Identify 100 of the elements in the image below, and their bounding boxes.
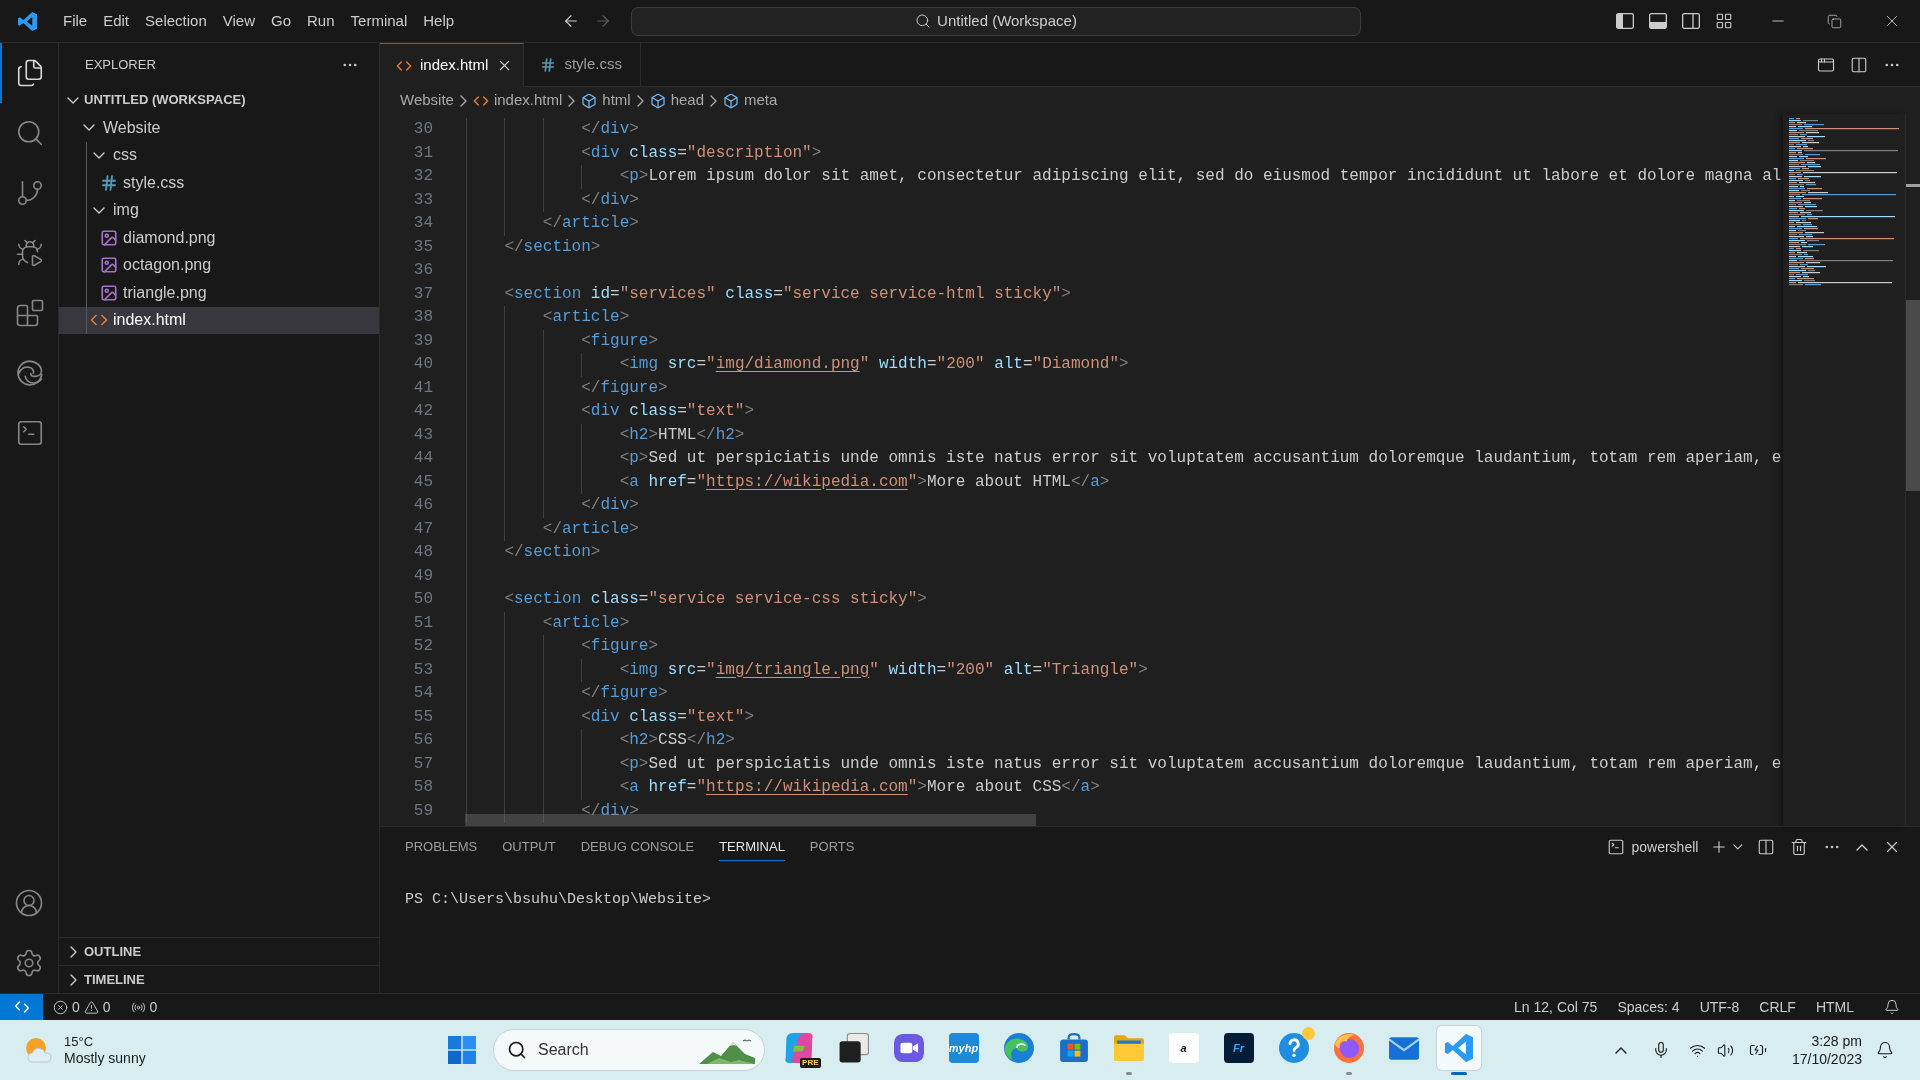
settings-icon[interactable] [14, 948, 44, 978]
chevron-right-icon [636, 94, 644, 107]
breadcrumb-item[interactable]: head [649, 89, 704, 112]
clock-button[interactable]: 3:28 pm 17/10/2023 [1787, 1032, 1866, 1068]
line-number: 54 [413, 683, 433, 704]
chevrons-icon [14, 1001, 29, 1013]
bell-icon[interactable] [1876, 1041, 1894, 1059]
panel-tab[interactable]: PORTS [809, 832, 855, 862]
taskbar-app-button[interactable]: Fr [1216, 1025, 1261, 1070]
search-icon [507, 1040, 527, 1060]
tree-item[interactable]: index.html [59, 306, 379, 334]
four-squares-icon[interactable] [448, 1036, 476, 1064]
tree-item[interactable]: triangle.png [59, 279, 379, 307]
breadcrumb-item[interactable]: html [581, 89, 631, 112]
line-number: 35 [413, 236, 433, 258]
line-ending-setting[interactable]: CRLF [1749, 996, 1806, 1018]
restore-icon[interactable] [1827, 13, 1842, 29]
menu-item[interactable]: Help [415, 5, 463, 37]
remote-button[interactable] [0, 994, 43, 1020]
image-icon [100, 256, 118, 275]
panel-tab[interactable]: OUTPUT [502, 832, 556, 862]
line-number: 32 [413, 166, 433, 187]
app-tile: a [1168, 1032, 1199, 1063]
line-number: 45 [413, 471, 433, 493]
tree-item[interactable]: diamond.png [59, 224, 379, 252]
menu-item[interactable]: Selection [137, 5, 215, 37]
breadcrumb-item[interactable]: meta [723, 89, 778, 112]
taskbar-app-button[interactable]: PRE [776, 1025, 821, 1070]
secondary-sidebar-toggle-icon[interactable] [1682, 13, 1700, 29]
shopping-bag-icon [1058, 1032, 1089, 1063]
panel-tab[interactable]: DEBUG CONSOLE [580, 832, 695, 862]
chevron-down-icon[interactable] [1733, 844, 1743, 850]
code-line: </section> [504, 542, 601, 563]
code-line: <img src="img/triangle.png" width="200" alt="Triangle"> [619, 659, 1148, 681]
command-center[interactable]: Untitled (Workspace) [631, 6, 1361, 36]
menu-item[interactable]: Run [299, 5, 343, 37]
section-header[interactable]: OUTLINE [59, 937, 379, 965]
layout-grid-icon[interactable] [1715, 12, 1733, 30]
menu-item[interactable]: View [214, 5, 263, 37]
code-line: </figure> [581, 377, 668, 399]
language-mode[interactable]: HTML [1805, 996, 1864, 1018]
menu-item[interactable]: Edit [95, 5, 138, 37]
problems-button[interactable]: 0 0 [53, 996, 111, 1018]
sidebar-title: EXPLORER [85, 55, 156, 74]
sidebar-toggle-icon[interactable] [1616, 13, 1634, 29]
section-header[interactable]: UNTITLED (WORKSPACE) [59, 86, 379, 114]
search-field[interactable]: Search [493, 1029, 765, 1071]
menu-item[interactable]: Go [263, 5, 299, 37]
preview-icon[interactable] [1817, 55, 1835, 74]
swirl-icon [17, 360, 43, 386]
split-editor-icon[interactable] [1850, 55, 1868, 74]
panel-tab[interactable]: TERMINAL [719, 832, 785, 862]
label-badge: PRE [800, 1057, 821, 1068]
line-number: 57 [413, 753, 433, 775]
trash-icon[interactable] [1790, 838, 1808, 856]
tree-item[interactable]: style.css [59, 169, 379, 197]
terminal-icon [15, 418, 45, 448]
encoding-setting[interactable]: UTF-8 [1689, 996, 1750, 1018]
tree-item[interactable]: octagon.png [59, 251, 379, 279]
warning-icon [83, 999, 99, 1015]
code-line: <p>Lorem ipsum dolor sit amet, consectetur adipiscing elit, sed do eiusmod tempor incididunt ut labore et dolore magna al [619, 166, 1782, 187]
ports-button[interactable]: 0 [130, 996, 158, 1018]
bell-icon[interactable] [1884, 999, 1900, 1015]
chevron-right-icon [710, 94, 717, 107]
chevron-up-icon[interactable] [1614, 1046, 1627, 1054]
split-terminal-icon[interactable] [1757, 838, 1775, 856]
line-number: 44 [413, 448, 433, 469]
error-icon [53, 999, 68, 1015]
sun-cloud-icon [24, 1037, 54, 1063]
code-line: <a href="https://wikipedia.com">More about HTML</a> [619, 471, 1110, 493]
weather-widget[interactable]: 15°C Mostly sunny [24, 1033, 146, 1067]
line-number: 51 [413, 612, 433, 634]
taskbar-app-button[interactable]: a [1161, 1025, 1206, 1070]
scrollbar-thumb[interactable] [1906, 300, 1920, 491]
tree-item[interactable]: Website [59, 114, 379, 142]
breadcrumb-item[interactable]: index.html [472, 89, 563, 112]
panel-tab[interactable]: PROBLEMS [405, 832, 478, 862]
indentation-setting[interactable]: Spaces: 4 [1607, 996, 1690, 1018]
tree-item[interactable]: img [59, 196, 379, 224]
taskbar-app-button[interactable]: myhp [941, 1025, 986, 1070]
code-line: <a href="https://wikipedia.com">More about CSS</a> [619, 777, 1100, 798]
breadcrumb-item[interactable]: Website [400, 89, 454, 112]
terminal-profile-button[interactable]: powershell [1607, 836, 1699, 858]
code-line: <article> [542, 307, 630, 328]
horizontal-scrollbar-thumb[interactable] [465, 814, 1036, 826]
volume-icon[interactable] [1717, 1041, 1735, 1059]
editor-tab[interactable]: index.html [380, 43, 525, 87]
cursor-position[interactable]: Ln 12, Col 75 [1504, 996, 1608, 1018]
line-number: 42 [413, 401, 433, 422]
menu-item[interactable]: File [55, 5, 96, 37]
account-icon[interactable] [14, 888, 44, 918]
line-number: 55 [413, 706, 433, 728]
tree-item[interactable]: css [59, 141, 379, 169]
panel-toggle-icon[interactable] [1649, 13, 1667, 29]
cube-icon [723, 92, 739, 109]
menu-item[interactable]: Terminal [342, 5, 416, 37]
app-logo-icon [18, 11, 37, 31]
code-line: </article> [542, 518, 639, 540]
code-line: </div> [581, 119, 639, 140]
line-number: 34 [413, 213, 433, 234]
